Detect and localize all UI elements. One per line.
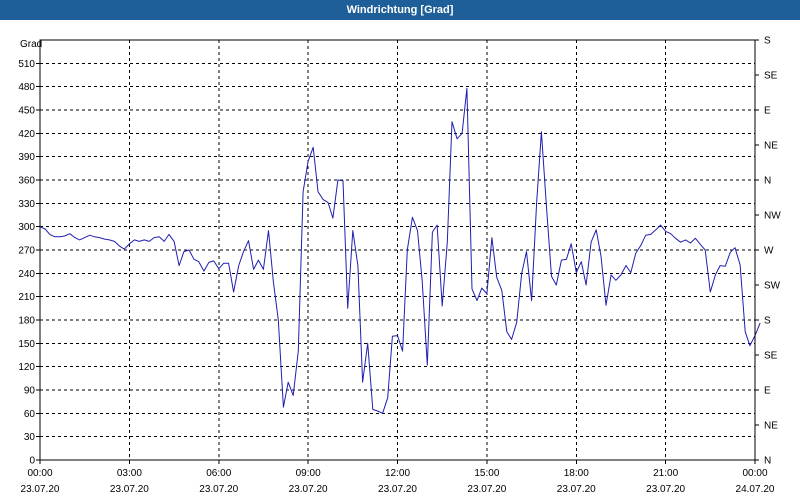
y-tick-label: 450 xyxy=(18,106,35,117)
chart-title: Windrichtung [Grad] xyxy=(346,4,454,16)
right-axis-label: E xyxy=(764,386,771,397)
y-tick-label: 420 xyxy=(18,129,35,140)
y-tick-label: 300 xyxy=(18,222,35,233)
right-axis-label: NE xyxy=(764,421,778,432)
grid-lines xyxy=(40,40,755,460)
right-axis-label: N xyxy=(764,176,771,187)
x-tick-date-label: 23.07.20 xyxy=(467,484,506,495)
y-axis-title: Grad xyxy=(20,39,42,50)
chart-canvas: 0 30 60 90 120 150 180 210 240 270 300 330 360 390 420… xyxy=(18,36,781,496)
y-tick-label: 30 xyxy=(24,432,36,443)
x-tick-time-label: 09:00 xyxy=(296,468,321,479)
y-tick-label: 390 xyxy=(18,152,35,163)
y-tick-label: 150 xyxy=(18,339,35,350)
y-tick-label: 120 xyxy=(18,362,35,373)
right-axis-label: NW xyxy=(764,211,781,222)
x-tick-date-label: 23.07.20 xyxy=(378,484,417,495)
x-tick-time-label: 00:00 xyxy=(742,468,767,479)
y-tick-label: 0 xyxy=(29,456,35,467)
y-tick-label: 480 xyxy=(18,82,35,93)
y-tick-label: 270 xyxy=(18,246,35,257)
axis-labels: 0 30 60 90 120 150 180 210 240 270 300 330 360 390 420… xyxy=(18,36,781,496)
x-tick-time-label: 06:00 xyxy=(206,468,231,479)
right-axis-label: NE xyxy=(764,141,778,152)
x-tick-time-label: 03:00 xyxy=(117,468,142,479)
right-axis-label: W xyxy=(764,246,774,257)
y-tick-label: 180 xyxy=(18,316,35,327)
y-tick-label: 90 xyxy=(24,386,36,397)
x-tick-time-label: 18:00 xyxy=(564,468,589,479)
chart-title-bar: Windrichtung [Grad] xyxy=(0,0,800,20)
right-axis-label: SE xyxy=(764,351,778,362)
wind-direction-line xyxy=(39,87,761,414)
x-tick-time-label: 00:00 xyxy=(27,468,52,479)
right-axis-label: E xyxy=(764,106,771,117)
right-axis-label: S xyxy=(764,316,771,327)
x-tick-date-label: 23.07.20 xyxy=(557,484,596,495)
y-tick-label: 330 xyxy=(18,199,35,210)
x-tick-date-label: 23.07.20 xyxy=(21,484,60,495)
right-axis-label: S xyxy=(764,36,771,47)
x-tick-date-label: 24.07.20 xyxy=(736,484,775,495)
y-tick-label: 510 xyxy=(18,59,35,70)
y-tick-label: 210 xyxy=(18,292,35,303)
x-tick-time-label: 15:00 xyxy=(474,468,499,479)
y-tick-label: 360 xyxy=(18,176,35,187)
series-layer xyxy=(39,87,761,414)
x-tick-date-label: 23.07.20 xyxy=(289,484,328,495)
x-tick-date-label: 23.07.20 xyxy=(199,484,238,495)
x-tick-time-label: 21:00 xyxy=(653,468,678,479)
x-tick-date-label: 23.07.20 xyxy=(646,484,685,495)
wind-direction-chart: 0 30 60 90 120 150 180 210 240 270 300 330 360 390 420… xyxy=(0,20,800,500)
right-axis-label: SW xyxy=(764,281,781,292)
y-tick-label: 240 xyxy=(18,269,35,280)
right-axis-label: N xyxy=(764,456,771,467)
x-tick-date-label: 23.07.20 xyxy=(110,484,149,495)
x-tick-time-label: 12:00 xyxy=(385,468,410,479)
y-tick-label: 60 xyxy=(24,409,36,420)
right-axis-label: SE xyxy=(764,71,778,82)
